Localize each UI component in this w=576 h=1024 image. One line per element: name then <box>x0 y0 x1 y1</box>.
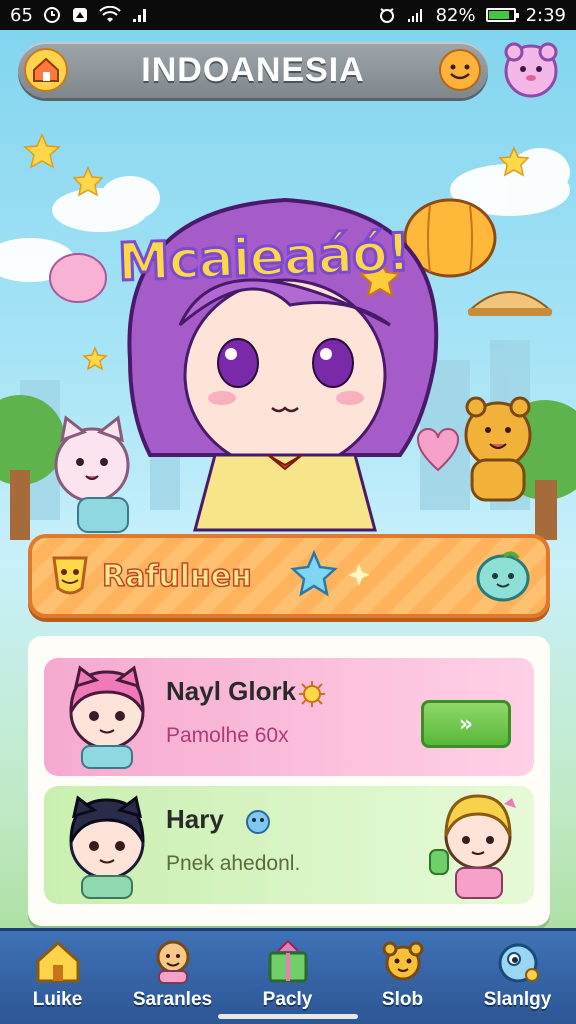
bubble-badge-icon <box>244 808 272 836</box>
go-button[interactable]: » <box>421 700 511 748</box>
player-list-panel: Nayl Glork Pamolhe 60x » Hary Pnek ahedo… <box>28 636 550 926</box>
blob-icon <box>494 937 542 985</box>
sun-badge-icon <box>298 680 326 708</box>
status-time-left: 65 <box>10 4 33 26</box>
player-status: Pnek ahedonl. <box>166 852 301 875</box>
house-icon <box>34 937 82 985</box>
pink-pet-avatar-icon <box>504 42 558 98</box>
blonde-character-avatar <box>426 786 524 902</box>
player-status: Pamolhe 60x <box>166 724 289 747</box>
hero-scene <box>0 133 576 550</box>
gift-box-icon <box>264 937 312 985</box>
smiley-icon <box>439 49 481 91</box>
nav-label: Luike <box>32 989 83 1010</box>
ranking-banner[interactable]: Rafulнeн <box>28 534 550 618</box>
sparkle-icon <box>348 564 370 586</box>
status-bar: 65 82% 2:39 <box>0 0 576 30</box>
dish-icon <box>467 291 553 316</box>
page-title: INDOANESIA <box>141 50 365 89</box>
player-name: Nayl Glork <box>166 676 297 706</box>
notification-icon <box>71 6 89 24</box>
emoji-button[interactable] <box>438 48 482 92</box>
profile-avatar-button[interactable] <box>502 40 560 98</box>
character-icon <box>149 937 197 985</box>
wifi-icon <box>99 6 121 24</box>
bear-icon <box>379 937 427 985</box>
status-left: 65 <box>10 5 149 26</box>
ranking-label: Rafulнeн <box>101 558 252 595</box>
status-time-right: 2:39 <box>525 4 566 26</box>
alarm-clock-icon <box>378 6 396 24</box>
avatar <box>52 790 162 900</box>
app-screen: 65 82% 2:39 INDOANESIA Mcaieaáó! Rafulнe… <box>0 0 576 1024</box>
hero-title: Mcaieaáó! <box>116 221 412 294</box>
cat-pet-icon <box>54 415 130 533</box>
balloon-icon <box>49 253 107 303</box>
bear-pet-icon <box>464 396 532 502</box>
nav-label: Pacly <box>262 989 313 1010</box>
alarm-icon <box>43 6 61 24</box>
nav-item-pacly[interactable]: Pacly <box>230 931 345 1024</box>
nav-label: Saranles <box>132 989 213 1010</box>
home-icon <box>24 48 68 92</box>
top-bar: INDOANESIA <box>18 42 488 98</box>
player-name: Hary <box>166 804 224 834</box>
status-right: 82% 2:39 <box>378 5 566 26</box>
list-item[interactable]: Nayl Glork Pamolhe 60x » <box>44 658 534 776</box>
trophy-mascot-icon <box>46 550 94 602</box>
list-item[interactable]: Hary Pnek ahedonl. <box>44 786 534 904</box>
signal-icon <box>131 6 149 24</box>
bottom-navigation: Luike Saranles Pacly Slob Slanlgy <box>0 928 576 1024</box>
home-button[interactable] <box>24 48 68 92</box>
cell-signal-icon <box>406 6 426 24</box>
nav-label: Slanlgy <box>483 989 552 1010</box>
nav-item-saranles[interactable]: Saranles <box>115 931 230 1024</box>
hero-illustration: Mcaieaáó! <box>0 110 576 550</box>
nav-item-slanlgy[interactable]: Slanlgy <box>460 931 575 1024</box>
nav-item-luike[interactable]: Luike <box>0 931 115 1024</box>
nav-label: Slob <box>381 989 424 1010</box>
star-icon <box>290 549 338 598</box>
home-indicator[interactable] <box>218 1014 358 1019</box>
battery-icon <box>485 8 519 22</box>
nav-item-slob[interactable]: Slob <box>345 931 460 1024</box>
avatar <box>52 662 162 772</box>
go-button-label: » <box>458 711 474 737</box>
battery-percent: 82% <box>435 4 476 26</box>
blob-pet-icon <box>474 546 532 604</box>
